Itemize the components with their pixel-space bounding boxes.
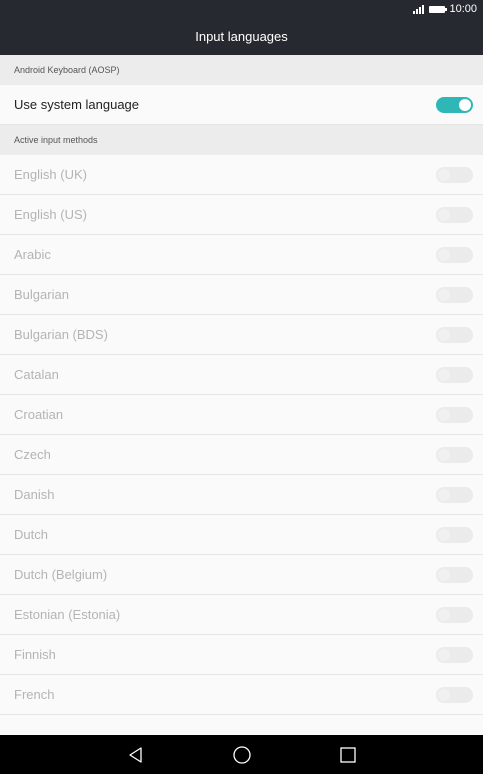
language-row[interactable]: Danish (0, 475, 483, 515)
language-row[interactable]: Czech (0, 435, 483, 475)
use-system-language-row[interactable]: Use system language (0, 85, 483, 125)
language-toggle[interactable] (436, 446, 473, 463)
language-toggle[interactable] (436, 686, 473, 703)
toggle-knob (438, 408, 450, 421)
language-row[interactable]: Catalan (0, 355, 483, 395)
language-toggle[interactable] (436, 486, 473, 503)
language-row[interactable]: French (0, 675, 483, 715)
toggle-knob (438, 648, 450, 661)
battery-icon (429, 5, 448, 13)
language-label: French (14, 687, 55, 702)
toggle-knob (438, 328, 450, 341)
language-row[interactable]: Dutch (0, 515, 483, 555)
home-icon (232, 745, 251, 764)
language-toggle[interactable] (436, 406, 473, 423)
toggle-knob (438, 608, 450, 621)
language-label: Estonian (Estonia) (14, 607, 121, 622)
language-label: Dutch (14, 527, 48, 542)
toggle-knob (438, 568, 450, 581)
toggle-knob (438, 208, 450, 221)
language-label: Czech (14, 447, 51, 462)
status-bar: 10:00 (0, 0, 483, 18)
language-label: Arabic (14, 247, 51, 262)
signal-icon (413, 4, 425, 14)
toggle-knob (438, 488, 450, 501)
language-row[interactable]: Estonian (Estonia) (0, 595, 483, 635)
language-label: English (UK) (14, 167, 87, 182)
language-toggle[interactable] (436, 606, 473, 623)
language-label: Croatian (14, 407, 64, 422)
language-label: Catalan (14, 367, 59, 382)
language-toggle[interactable] (436, 246, 473, 263)
language-toggle[interactable] (436, 166, 473, 183)
toggle-knob (438, 248, 450, 261)
section-header-keyboard: Android Keyboard (AOSP) (0, 55, 483, 85)
toggle-knob (438, 448, 450, 461)
screen: 10:00 Input languages Android Keyboard (… (0, 0, 483, 774)
language-label: Bulgarian (14, 287, 69, 302)
toggle-knob (438, 168, 450, 181)
language-row[interactable]: Bulgarian (0, 275, 483, 315)
language-list: English (UK) English (US) Arabic Bulgarian B… (0, 155, 483, 715)
settings-list[interactable]: Android Keyboard (AOSP) Use system langu… (0, 55, 483, 735)
language-label: Bulgarian (BDS) (14, 327, 108, 342)
language-row[interactable]: English (US) (0, 195, 483, 235)
language-toggle[interactable] (436, 566, 473, 583)
section-header-label: Active input methods (14, 135, 98, 145)
toggle-knob (438, 368, 450, 381)
toggle-knob (438, 528, 450, 541)
language-row[interactable]: Finnish (0, 635, 483, 675)
home-button[interactable] (225, 738, 259, 772)
toggle-knob (438, 288, 450, 301)
toggle-knob (438, 688, 450, 701)
language-toggle[interactable] (436, 326, 473, 343)
app-bar: Input languages (0, 18, 483, 55)
language-label: English (US) (14, 207, 87, 222)
language-label: Danish (14, 487, 55, 502)
language-label: Dutch (Belgium) (14, 567, 108, 582)
use-system-language-toggle[interactable] (436, 96, 473, 113)
recents-icon (339, 746, 356, 763)
language-row[interactable]: Arabic (0, 235, 483, 275)
page-title: Input languages (195, 29, 288, 44)
language-row[interactable]: Bulgarian (BDS) (0, 315, 483, 355)
back-button[interactable] (119, 738, 153, 772)
navigation-bar (0, 735, 483, 774)
section-header-label: Android Keyboard (AOSP) (14, 65, 120, 75)
language-row[interactable]: Croatian (0, 395, 483, 435)
language-row[interactable]: English (UK) (0, 155, 483, 195)
back-icon (128, 746, 142, 763)
section-header-active-methods: Active input methods (0, 125, 483, 155)
toggle-knob (459, 98, 471, 111)
language-label: Finnish (14, 647, 56, 662)
language-row[interactable]: Dutch (Belgium) (0, 555, 483, 595)
language-toggle[interactable] (436, 286, 473, 303)
language-toggle[interactable] (436, 526, 473, 543)
recents-button[interactable] (331, 738, 365, 772)
use-system-language-label: Use system language (14, 97, 140, 112)
language-toggle[interactable] (436, 646, 473, 663)
language-toggle[interactable] (436, 366, 473, 383)
status-time: 10:00 (449, 3, 477, 15)
language-toggle[interactable] (436, 206, 473, 223)
